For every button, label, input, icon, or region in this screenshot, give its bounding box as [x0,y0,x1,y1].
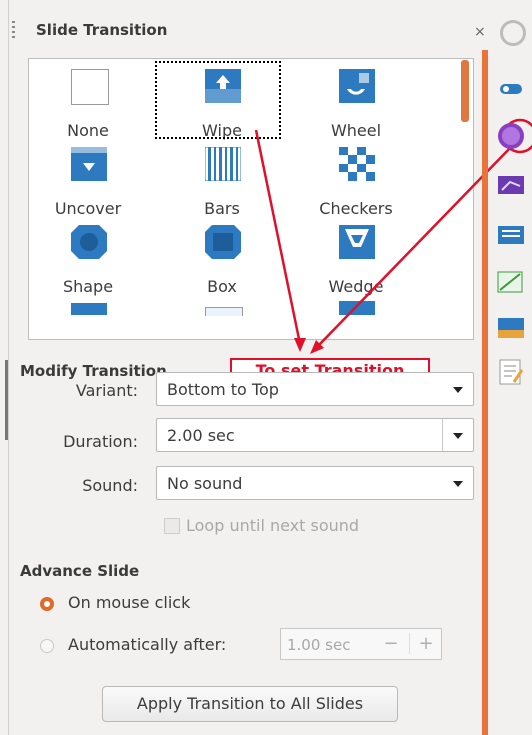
bars-thumbnail-icon [205,147,241,181]
auto-time-value: 1.00 sec [287,636,351,654]
master-slides-icon[interactable] [492,220,524,250]
box-thumbnail-icon [205,225,241,259]
duration-value: 2.00 sec [167,426,235,445]
selected-transition-frame [155,61,281,139]
close-icon[interactable]: × [474,24,486,40]
decrement-button[interactable]: − [375,633,407,654]
advance-slide-heading: Advance Slide [20,562,140,580]
properties-icon[interactable] [492,74,524,104]
transition-label: Wedge [328,277,384,296]
gear-icon[interactable] [500,20,526,46]
wedge-thumbnail-icon [339,225,375,259]
chevron-down-icon [453,433,463,439]
transition-label: Wheel [330,121,382,140]
partial-thumbnail-icon[interactable] [205,307,243,316]
automatically-after-radio[interactable] [40,639,54,653]
increment-button[interactable]: + [409,633,442,654]
chevron-down-icon [453,481,463,487]
styles-icon[interactable] [492,266,524,296]
animation-icon[interactable] [492,170,524,200]
modify-transition-heading: Modify Transition [20,362,167,380]
sidebar-scrollbar[interactable] [482,50,488,735]
transition-gallery: None Wipe Wheel Uncover Bars Checkers Sh… [28,58,474,340]
variant-value: Bottom to Top [167,380,279,399]
partial-thumbnail-icon[interactable] [339,301,375,315]
auto-time-stepper[interactable]: 1.00 sec − + [280,628,442,660]
variant-select[interactable]: Bottom to Top [156,372,474,406]
sound-select[interactable]: No sound [156,466,474,500]
partial-thumbnail-icon[interactable] [71,303,107,315]
gallery-icon[interactable] [492,312,524,342]
loop-label: Loop until next sound [186,516,360,535]
duration-label: Duration: [63,432,138,451]
transition-label: Checkers [319,199,393,218]
none-thumbnail-icon [71,69,109,105]
uncover-thumbnail-icon [71,147,107,181]
panel-title: Slide Transition [36,21,168,39]
navigator-icon[interactable] [492,356,524,386]
on-mouse-click-label: On mouse click [68,593,191,612]
transition-label: None [67,121,109,140]
wheel-thumbnail-icon [339,69,375,103]
duration-field[interactable]: 2.00 sec [156,418,474,452]
checkers-thumbnail-icon [339,147,375,181]
loop-checkbox[interactable] [164,518,180,534]
automatically-after-label: Automatically after: [68,635,227,654]
transition-label: Shape [62,277,114,296]
transition-label: Bars [204,199,240,218]
panel-splitter[interactable] [5,360,8,440]
variant-label: Variant: [75,381,138,400]
apply-to-all-slides-button[interactable]: Apply Transition to All Slides [102,686,398,722]
chevron-down-icon [453,387,463,393]
gallery-scrollbar[interactable] [461,60,469,122]
sound-value: No sound [167,474,243,493]
panel-grip[interactable] [12,21,15,41]
shape-thumbnail-icon [71,225,107,259]
transition-label: Box [207,277,237,296]
transition-label: Uncover [54,199,122,218]
on-mouse-click-radio[interactable] [40,597,54,611]
sound-label: Sound: [82,476,138,495]
slide-transition-icon[interactable] [492,118,524,154]
